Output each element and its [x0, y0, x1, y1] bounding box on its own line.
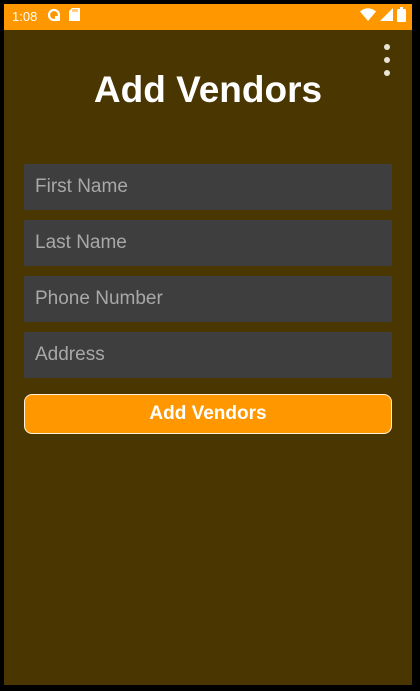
- sd-card-icon: [69, 8, 81, 26]
- phone-number-field[interactable]: [24, 276, 392, 322]
- status-time: 1:08: [12, 9, 38, 24]
- signal-icon: [380, 8, 393, 26]
- app-screen: Add Vendors Add Vendors: [4, 30, 412, 685]
- first-name-field[interactable]: [24, 164, 392, 210]
- overflow-menu-dot: [384, 44, 390, 50]
- status-left-icons: [47, 8, 81, 27]
- wifi-icon: [360, 8, 376, 26]
- status-bar: 1:08: [4, 4, 412, 30]
- last-name-field[interactable]: [24, 220, 392, 266]
- status-right-icons: [360, 7, 406, 27]
- address-field[interactable]: [24, 332, 392, 378]
- battery-icon: [397, 7, 406, 27]
- add-vendors-button[interactable]: Add Vendors: [24, 394, 392, 434]
- page-title: Add Vendors: [93, 69, 323, 110]
- sync-icon: [47, 8, 61, 27]
- overflow-menu-dot: [384, 57, 390, 63]
